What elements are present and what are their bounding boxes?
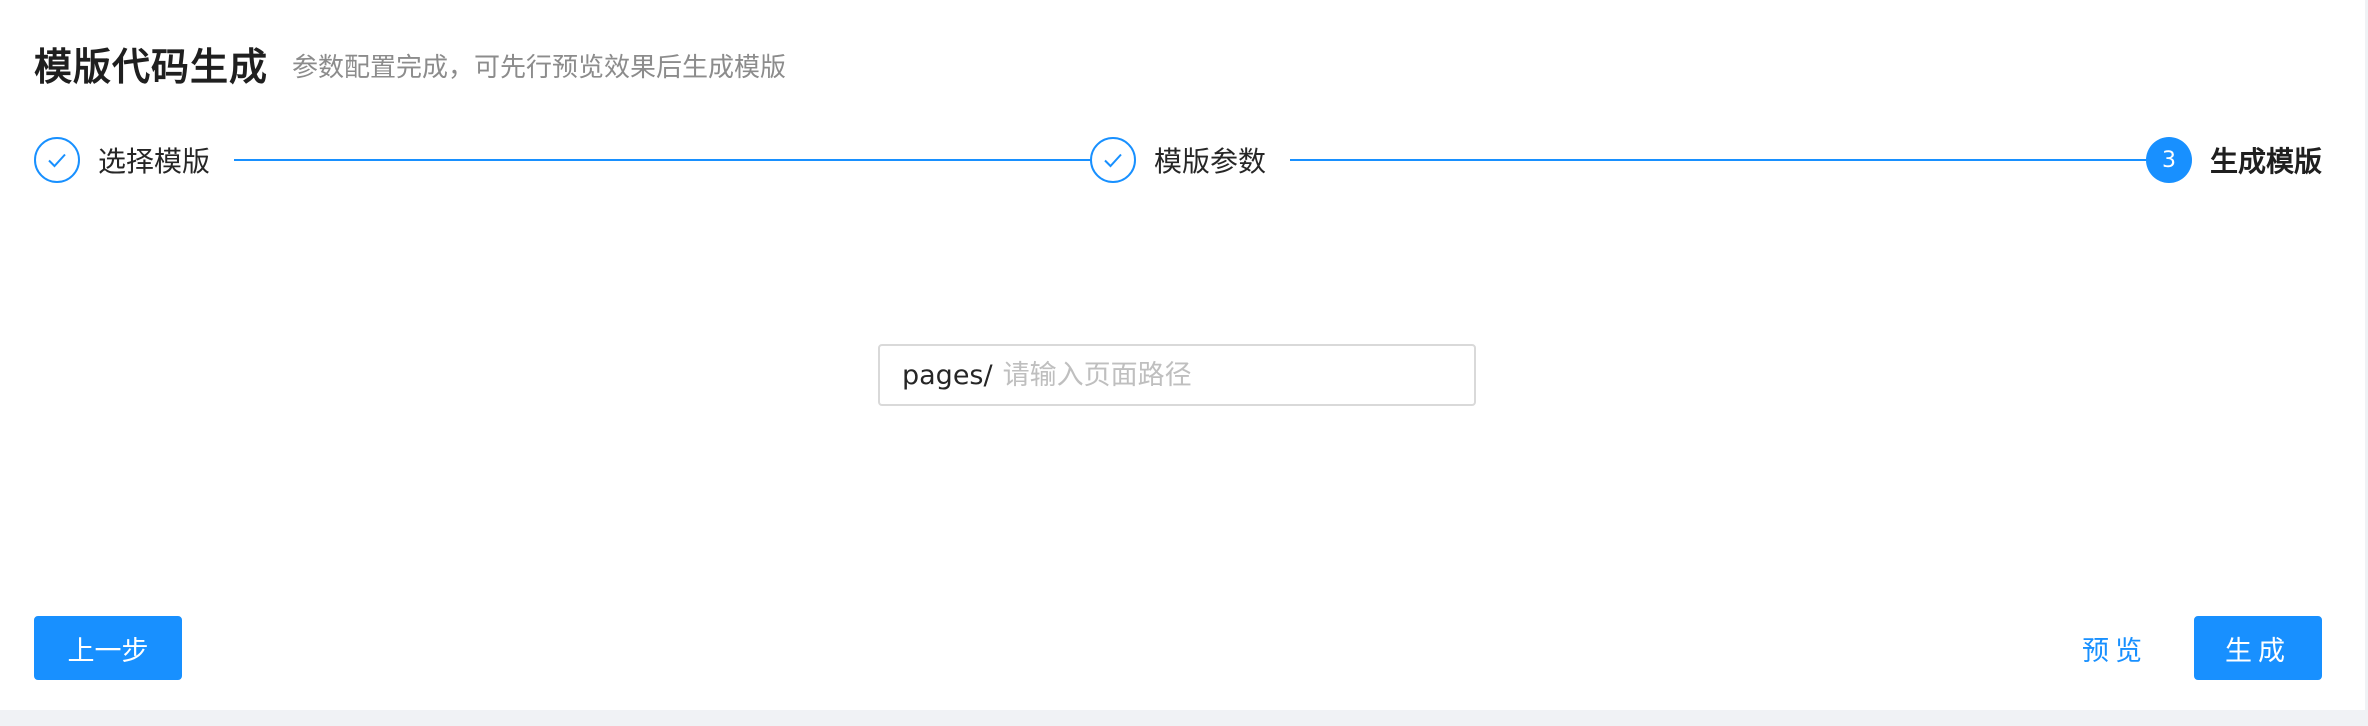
step-1-check-icon [34, 137, 80, 183]
step-1-label: 选择模版 [98, 145, 211, 178]
page-title: 模版代码生成 [34, 45, 269, 89]
preview-button[interactable]: 预览 [2070, 616, 2160, 680]
steps-bar: 选择模版 模版参数 3 生成模版 [34, 135, 2322, 185]
step-connector-2 [1290, 159, 2156, 161]
page-path-input-group: pages/ [878, 344, 1476, 406]
step-2-label: 模版参数 [1154, 145, 1267, 178]
generate-button[interactable]: 生成 [2194, 616, 2322, 680]
step-template-params: 模版参数 [1090, 135, 1266, 185]
step-3-number-icon: 3 [2146, 137, 2192, 183]
step-generate-template: 3 生成模版 [2146, 135, 2322, 185]
previous-step-button[interactable]: 上一步 [34, 616, 182, 680]
step-3-label: 生成模版 [2210, 145, 2323, 178]
step-2-check-icon [1090, 137, 1136, 183]
step-select-template: 选择模版 [34, 135, 210, 185]
page-path-input[interactable] [1000, 358, 1445, 392]
page-subtitle: 参数配置完成，可先行预览效果后生成模版 [292, 53, 787, 83]
step-connector-1 [234, 159, 1100, 161]
generate-template-panel: 模版代码生成 参数配置完成，可先行预览效果后生成模版 选择模版 模版参数 3 生… [0, 0, 2365, 710]
page-header: 模版代码生成 参数配置完成，可先行预览效果后生成模版 [34, 36, 786, 91]
path-prefix: pages/ [902, 359, 993, 391]
